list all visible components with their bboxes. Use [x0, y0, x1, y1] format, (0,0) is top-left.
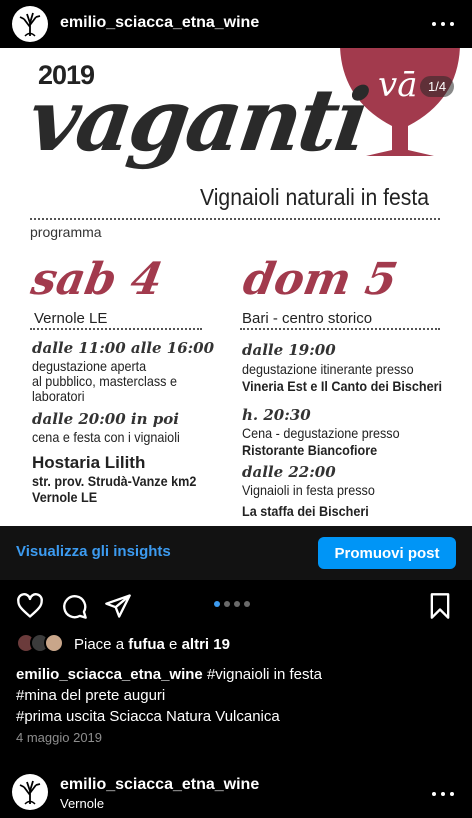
view-insights-link[interactable]: Visualizza gli insights — [16, 543, 171, 560]
caption-hashtag-2[interactable]: #mina del prete auguri — [16, 685, 462, 706]
profile-avatar[interactable] — [12, 6, 48, 42]
likes-others[interactable]: altri 19 — [182, 636, 230, 653]
more-horizontal-icon[interactable] — [432, 784, 454, 804]
caption-username[interactable]: emilio_sciacca_etna_wine — [16, 666, 203, 683]
next-post-username[interactable]: emilio_sciacca_etna_wine — [60, 776, 259, 794]
day2-title: dom 5 — [239, 254, 402, 305]
day2-place: Bari - centro storico — [242, 310, 373, 327]
day2-desc2: Cena - degustazione presso — [242, 425, 400, 441]
liker-avatars — [16, 633, 72, 655]
carousel-indicator — [214, 601, 250, 607]
next-post-header: emilio_sciacca_etna_wine Vernole — [0, 768, 472, 818]
day2-time3: dalle 22:00 — [242, 463, 336, 481]
poster-title: vaganti — [22, 70, 373, 171]
glass-text: vā — [378, 65, 417, 105]
next-post-location[interactable]: Vernole — [60, 796, 104, 811]
day2-desc3b: La staffa dei Bischeri — [242, 503, 369, 519]
caption-hashtag-1[interactable]: #vignaioli in festa — [203, 666, 322, 683]
profile-avatar[interactable] — [12, 774, 48, 810]
caption-hashtag-3[interactable]: #prima uscita Sciacca Natura Vulcanica — [16, 706, 462, 727]
post-image[interactable]: vā 2019 vaganti 1/4 Vignaioli naturali i… — [0, 48, 472, 526]
liker-username[interactable]: fufua — [128, 636, 165, 653]
divider — [240, 328, 440, 330]
likes-row[interactable]: Piace a fufua e altri 19 — [16, 632, 230, 656]
tree-logo-icon — [16, 10, 44, 38]
post-caption: emilio_sciacca_etna_wine #vignaioli in f… — [16, 664, 462, 727]
post-actions — [0, 588, 472, 622]
day1-address-line1: str. prov. Strudà-Vanze km2 — [32, 473, 197, 489]
day2-desc1: degustazione itinerante presso — [242, 361, 414, 377]
day1-desc1-line2: al pubblico, masterclass e — [32, 373, 177, 389]
day1-desc1-line1: degustazione aperta — [32, 358, 147, 374]
day2-desc2b: Ristorante Biancofiore — [242, 442, 378, 458]
poster-programma: programma — [30, 224, 102, 240]
divider — [30, 328, 202, 330]
day1-place: Vernole LE — [34, 310, 108, 327]
post-username[interactable]: emilio_sciacca_etna_wine — [60, 14, 259, 32]
day1-title: sab 4 — [27, 254, 167, 305]
day2-time2: h. 20:30 — [242, 406, 311, 424]
post-date: 4 maggio 2019 — [16, 730, 103, 745]
heart-icon[interactable] — [16, 592, 44, 620]
tree-logo-icon — [16, 778, 44, 806]
more-horizontal-icon[interactable] — [432, 14, 454, 34]
post-header: emilio_sciacca_etna_wine — [0, 0, 472, 48]
day1-desc2: cena e festa con i vignaioli — [32, 429, 180, 445]
day1-desc1-line3: laboratori — [32, 388, 85, 404]
day2-time1: dalle 19:00 — [242, 341, 336, 359]
bookmark-icon[interactable] — [426, 592, 454, 620]
comment-icon[interactable] — [60, 592, 88, 620]
share-icon[interactable] — [104, 592, 132, 620]
promote-post-button[interactable]: Promuovi post — [318, 537, 456, 569]
day1-address-line2: Vernole LE — [32, 489, 98, 505]
poster-subtitle: Vignaioli naturali in festa — [200, 184, 429, 210]
divider — [30, 218, 440, 220]
likes-text: Piace a fufua e altri 19 — [74, 635, 230, 653]
day2-desc1b: Vineria Est e Il Canto dei Bischeri — [242, 378, 443, 394]
carousel-counter: 1/4 — [420, 76, 455, 97]
day1-time2: dalle 20:00 in poi — [32, 410, 179, 428]
day2-desc3: Vignaioli in festa presso — [242, 482, 375, 498]
insights-bar: Visualizza gli insights Promuovi post — [0, 526, 472, 580]
day1-venue: Hostaria Lilith — [32, 453, 146, 472]
day1-time1: dalle 11:00 alle 16:00 — [32, 339, 215, 357]
